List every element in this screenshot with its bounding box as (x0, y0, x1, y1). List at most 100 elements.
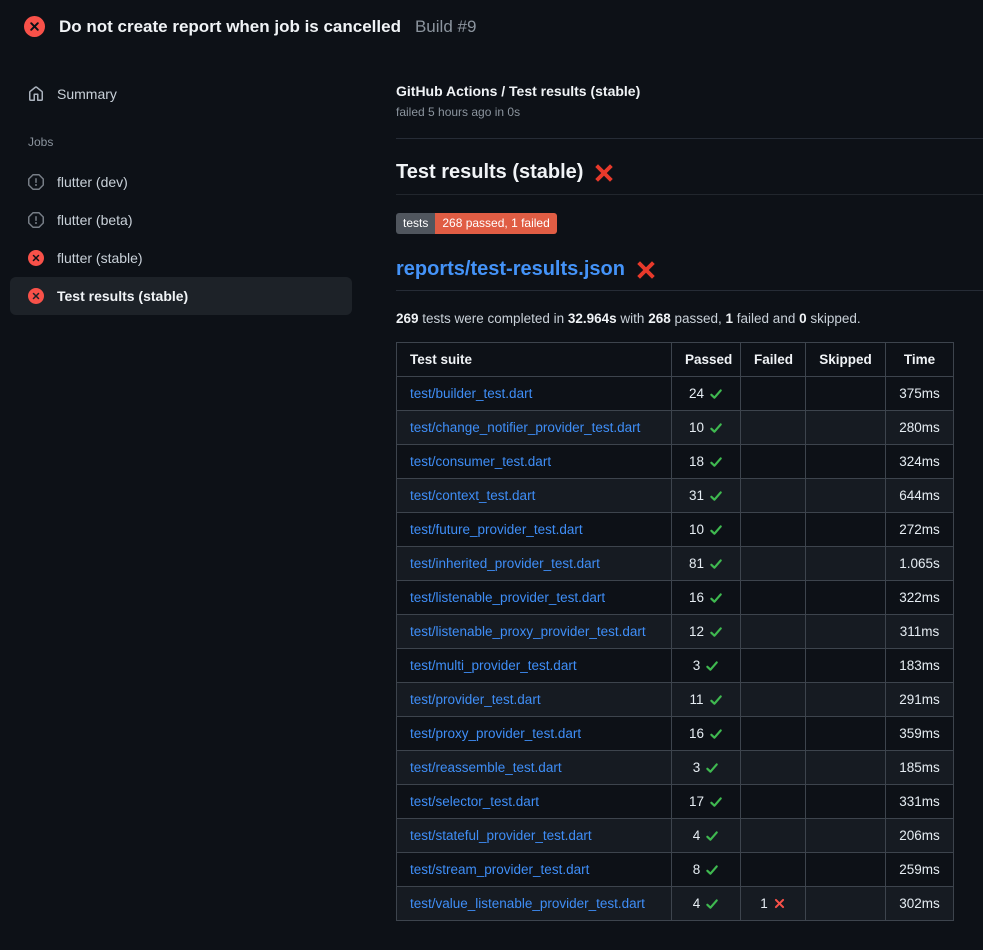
passed-count: 268 (648, 311, 671, 326)
failed-cell (741, 513, 806, 547)
check-icon (705, 761, 719, 775)
failed-cell (741, 649, 806, 683)
cross-mark-icon (636, 260, 656, 280)
check-icon (709, 489, 723, 503)
passed-cell-value: 4 (693, 828, 701, 843)
skipped-cell (806, 547, 886, 581)
test-suite-link[interactable]: test/provider_test.dart (410, 692, 541, 707)
job-label: flutter (dev) (57, 174, 128, 190)
build-number: Build #9 (415, 17, 476, 37)
sidebar-job-flutter-beta-[interactable]: flutter (beta) (10, 201, 352, 239)
test-results-table: Test suitePassedFailedSkippedTime test/b… (396, 342, 954, 921)
table-row: test/stateful_provider_test.dart4206ms (397, 819, 954, 853)
test-suite-link[interactable]: test/listenable_proxy_provider_test.dart (410, 624, 646, 639)
passed-cell-value: 31 (689, 488, 704, 503)
passed-cell: 12 (672, 615, 741, 649)
check-icon (709, 693, 723, 707)
skipped-cell (806, 887, 886, 921)
column-header-passed: Passed (672, 343, 741, 377)
test-suite-link[interactable]: test/reassemble_test.dart (410, 760, 562, 775)
test-suite-link[interactable]: test/proxy_provider_test.dart (410, 726, 581, 741)
test-suite-link[interactable]: test/stream_provider_test.dart (410, 862, 589, 877)
passed-cell-value: 8 (693, 862, 701, 877)
skipped-cell (806, 445, 886, 479)
check-icon (705, 659, 719, 673)
test-suite-link[interactable]: test/stateful_provider_test.dart (410, 828, 592, 843)
divider (396, 138, 983, 139)
table-row: test/future_provider_test.dart10272ms (397, 513, 954, 547)
passed-cell: 24 (672, 377, 741, 411)
check-icon (705, 863, 719, 877)
failed-cell (741, 547, 806, 581)
test-suite-link[interactable]: test/builder_test.dart (410, 386, 532, 401)
test-suite-link[interactable]: test/selector_test.dart (410, 794, 539, 809)
test-suite-link[interactable]: test/consumer_test.dart (410, 454, 551, 469)
summary-text: skipped. (807, 311, 861, 326)
passed-cell-value: 11 (689, 692, 703, 707)
skipped-cell (806, 819, 886, 853)
report-file-link[interactable]: reports/test-results.json (396, 258, 625, 281)
test-suite-link[interactable]: test/listenable_provider_test.dart (410, 590, 605, 605)
check-meta: failed 5 hours ago in 0s (396, 105, 983, 119)
failed-cell (741, 377, 806, 411)
skipped-cell (806, 615, 886, 649)
test-suite-cell: test/context_test.dart (397, 479, 672, 513)
passed-cell-value: 18 (689, 454, 704, 469)
passed-cell: 16 (672, 717, 741, 751)
test-suite-cell: test/proxy_provider_test.dart (397, 717, 672, 751)
skipped-cell (806, 717, 886, 751)
table-row: test/provider_test.dart11291ms (397, 683, 954, 717)
failed-cell-value: 1 (760, 896, 768, 911)
passed-cell-value: 3 (693, 760, 701, 775)
passed-cell-value: 81 (689, 556, 704, 571)
passed-cell: 3 (672, 649, 741, 683)
jobs-list: flutter (dev) flutter (beta) flutter (stab… (10, 163, 352, 315)
badge-value: 268 passed, 1 failed (435, 213, 556, 234)
page-title: Do not create report when job is cancell… (59, 17, 401, 37)
failed-count: 1 (726, 311, 734, 326)
passed-cell: 17 (672, 785, 741, 819)
passed-cell-value: 24 (689, 386, 704, 401)
sidebar-job-test-results-stable-[interactable]: Test results (stable) (10, 277, 352, 315)
table-row: test/inherited_provider_test.dart811.065… (397, 547, 954, 581)
table-row: test/proxy_provider_test.dart16359ms (397, 717, 954, 751)
home-icon (28, 86, 44, 102)
test-suite-link[interactable]: test/context_test.dart (410, 488, 535, 503)
total-count: 269 (396, 311, 419, 326)
test-suite-link[interactable]: test/change_notifier_provider_test.dart (410, 420, 640, 435)
test-suite-cell: test/reassemble_test.dart (397, 751, 672, 785)
test-suite-link[interactable]: test/value_listenable_provider_test.dart (410, 896, 645, 911)
time-cell: 375ms (886, 377, 954, 411)
test-suite-link[interactable]: test/multi_provider_test.dart (410, 658, 577, 673)
stop-icon (28, 212, 44, 228)
sidebar-job-flutter-dev-[interactable]: flutter (dev) (10, 163, 352, 201)
test-suite-cell: test/stateful_provider_test.dart (397, 819, 672, 853)
test-suite-link[interactable]: test/future_provider_test.dart (410, 522, 583, 537)
sidebar: Summary Jobs flutter (dev)flutter (beta)… (0, 51, 380, 315)
job-label: flutter (stable) (57, 250, 143, 266)
test-suite-cell: test/builder_test.dart (397, 377, 672, 411)
time-cell: 259ms (886, 853, 954, 887)
check-icon (705, 897, 719, 911)
total-time: 32.964s (568, 311, 617, 326)
check-icon (709, 727, 723, 741)
test-suite-link[interactable]: test/inherited_provider_test.dart (410, 556, 600, 571)
sidebar-item-summary[interactable]: Summary (10, 77, 352, 111)
check-icon (709, 591, 723, 605)
passed-cell: 3 (672, 751, 741, 785)
skipped-cell (806, 649, 886, 683)
badge-label: tests (396, 213, 435, 234)
skipped-cell (806, 853, 886, 887)
test-suite-cell: test/provider_test.dart (397, 683, 672, 717)
failed-cell (741, 683, 806, 717)
table-row: test/selector_test.dart17331ms (397, 785, 954, 819)
cross-mark-icon (594, 163, 614, 183)
sidebar-job-flutter-stable-[interactable]: flutter (stable) (10, 239, 352, 277)
skipped-cell (806, 479, 886, 513)
failed-cell (741, 751, 806, 785)
column-header-time: Time (886, 343, 954, 377)
failed-cell (741, 717, 806, 751)
time-cell: 302ms (886, 887, 954, 921)
passed-cell: 8 (672, 853, 741, 887)
failed-cell (741, 411, 806, 445)
